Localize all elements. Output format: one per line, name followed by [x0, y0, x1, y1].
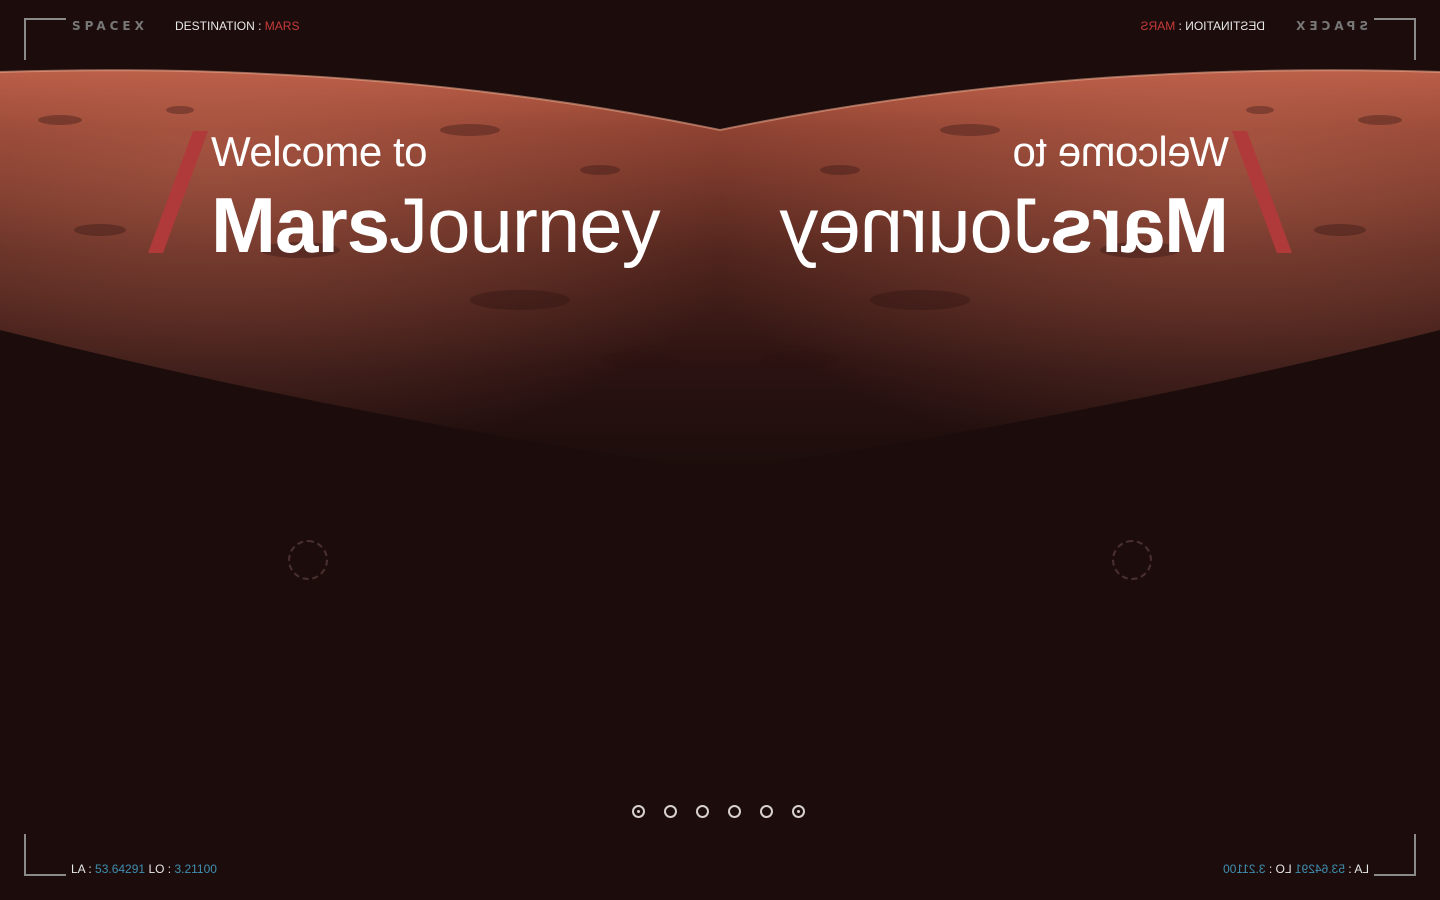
latitude-value-mirror: 53.64291 [1294, 862, 1345, 876]
brand-title: MarsJourney [211, 180, 661, 270]
pagination-dot[interactable] [632, 805, 645, 818]
coordinates-readout-mirror: LA : 53.64291 LO : 3.21100 [1223, 862, 1369, 876]
frame-corner-bottom-left [24, 834, 66, 876]
longitude-label-mirror: LO : [1268, 862, 1292, 876]
destination-label-mirror: DESTINATION : [1178, 19, 1265, 33]
destination-indicator: DESTINATION : MARS [175, 19, 299, 33]
welcome-heading: Welcome to [211, 128, 427, 175]
pagination-dot[interactable] [664, 805, 677, 818]
frame-corner-top-right [1374, 18, 1416, 60]
brand-title-bold: Mars [211, 181, 390, 269]
destination-value-mirror: MARS [1140, 19, 1176, 33]
right-panel-mirrored: SPACEX DESTINATION : MARS Welcome to Mar… [720, 0, 1440, 900]
dashed-ring-icon [288, 540, 328, 580]
pagination-dot[interactable] [792, 805, 805, 818]
brand-title-light-mirror: Journey [780, 181, 1051, 269]
spacex-logo-mirror[interactable]: SPACEX [1292, 19, 1368, 33]
coordinates-readout: LA : 53.64291 LO : 3.21100 [71, 862, 217, 876]
pagination-dot[interactable] [760, 805, 773, 818]
latitude-value: 53.64291 [95, 862, 146, 876]
destination-value: MARS [264, 19, 300, 33]
destination-indicator-mirror: DESTINATION : MARS [1141, 19, 1265, 33]
brand-title-mirror: MarsJourney [780, 180, 1229, 270]
frame-corner-top-left [24, 18, 66, 60]
brand-title-bold-mirror: Mars [1050, 181, 1229, 269]
latitude-label-mirror: LA : [1348, 862, 1369, 876]
longitude-label: LO : [148, 862, 172, 876]
hero-stage: SPACEX DESTINATION : MARS Welcome to Mar… [0, 0, 1440, 900]
longitude-value-mirror: 3.21100 [1223, 862, 1266, 876]
left-panel: SPACEX DESTINATION : MARS Welcome to Mar… [0, 0, 720, 900]
destination-label: DESTINATION : [175, 19, 262, 33]
pagination-dot[interactable] [696, 805, 709, 818]
welcome-heading-mirror: Welcome to [1013, 128, 1229, 175]
brand-title-light: Journey [389, 181, 660, 269]
frame-corner-bottom-right [1374, 834, 1416, 876]
latitude-label: LA : [71, 862, 92, 876]
slash-accent [148, 131, 208, 253]
slide-pagination [630, 805, 810, 825]
pagination-dot[interactable] [728, 805, 741, 818]
slash-accent-mirror [1232, 131, 1292, 253]
longitude-value: 3.21100 [174, 862, 217, 876]
dashed-ring-icon-mirror [1112, 540, 1152, 580]
spacex-logo[interactable]: SPACEX [72, 19, 148, 33]
